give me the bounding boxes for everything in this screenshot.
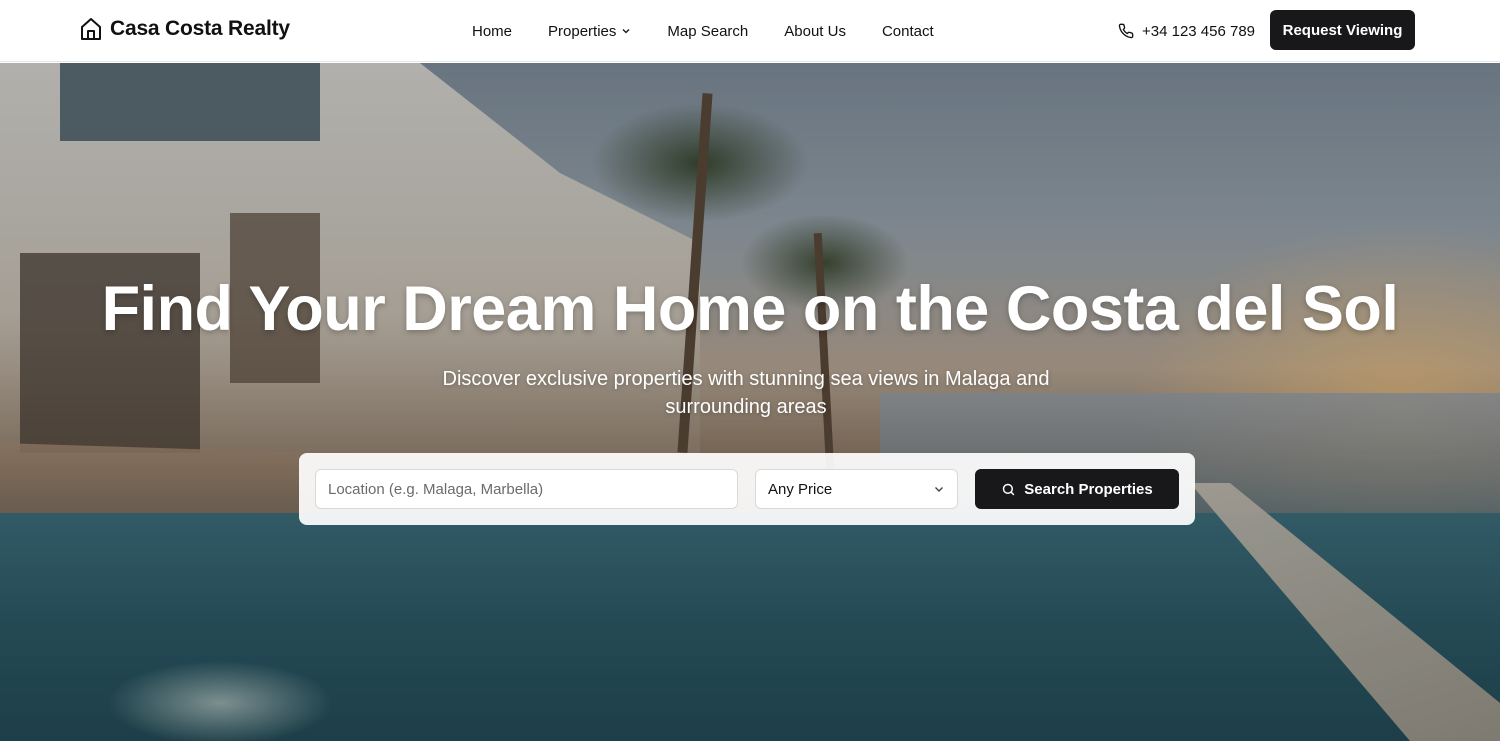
nav-item-map-search[interactable]: Map Search: [667, 23, 748, 40]
phone-icon: [1118, 23, 1134, 39]
price-select-value: Any Price: [768, 480, 833, 498]
property-search-form: Any Price Search Properties: [299, 453, 1195, 525]
search-icon: [1001, 482, 1016, 497]
nav-item-properties[interactable]: Properties: [548, 23, 631, 40]
location-input[interactable]: [315, 469, 738, 509]
nav-item-label: About Us: [784, 22, 846, 40]
hero-title: Find Your Dream Home on the Costa del So…: [101, 274, 1399, 344]
nav-item-contact[interactable]: Contact: [882, 23, 934, 40]
brand[interactable]: Casa Costa Realty: [80, 17, 290, 41]
hero-subtitle: Discover exclusive properties with stunn…: [442, 368, 1050, 418]
nav-item-label: Map Search: [667, 22, 749, 40]
nav-item-label: Properties: [548, 22, 617, 40]
brand-name: Casa Costa Realty: [110, 17, 290, 40]
price-select[interactable]: Any Price: [755, 469, 958, 509]
hero-section: Find Your Dream Home on the Costa del So…: [0, 63, 1500, 741]
nav-item-label: Contact: [881, 22, 934, 40]
nav-item-about-us[interactable]: About Us: [784, 23, 846, 40]
chevron-down-icon: [933, 483, 945, 495]
search-button-label: Search Properties: [1024, 480, 1153, 498]
nav-item-home[interactable]: Home: [472, 23, 512, 40]
home-icon: [80, 17, 102, 41]
main-nav: Home Properties Map Search About Us Cont…: [472, 0, 934, 62]
request-viewing-button[interactable]: Request Viewing: [1270, 10, 1415, 50]
phone-number: +34 123 456 789: [1142, 22, 1256, 40]
chevron-down-icon: [621, 26, 631, 36]
phone-link[interactable]: +34 123 456 789: [1118, 0, 1255, 62]
site-header: Casa Costa Realty Home Properties Map Se…: [0, 0, 1500, 62]
nav-item-label: Home: [472, 22, 513, 40]
search-properties-button[interactable]: Search Properties: [975, 469, 1179, 509]
